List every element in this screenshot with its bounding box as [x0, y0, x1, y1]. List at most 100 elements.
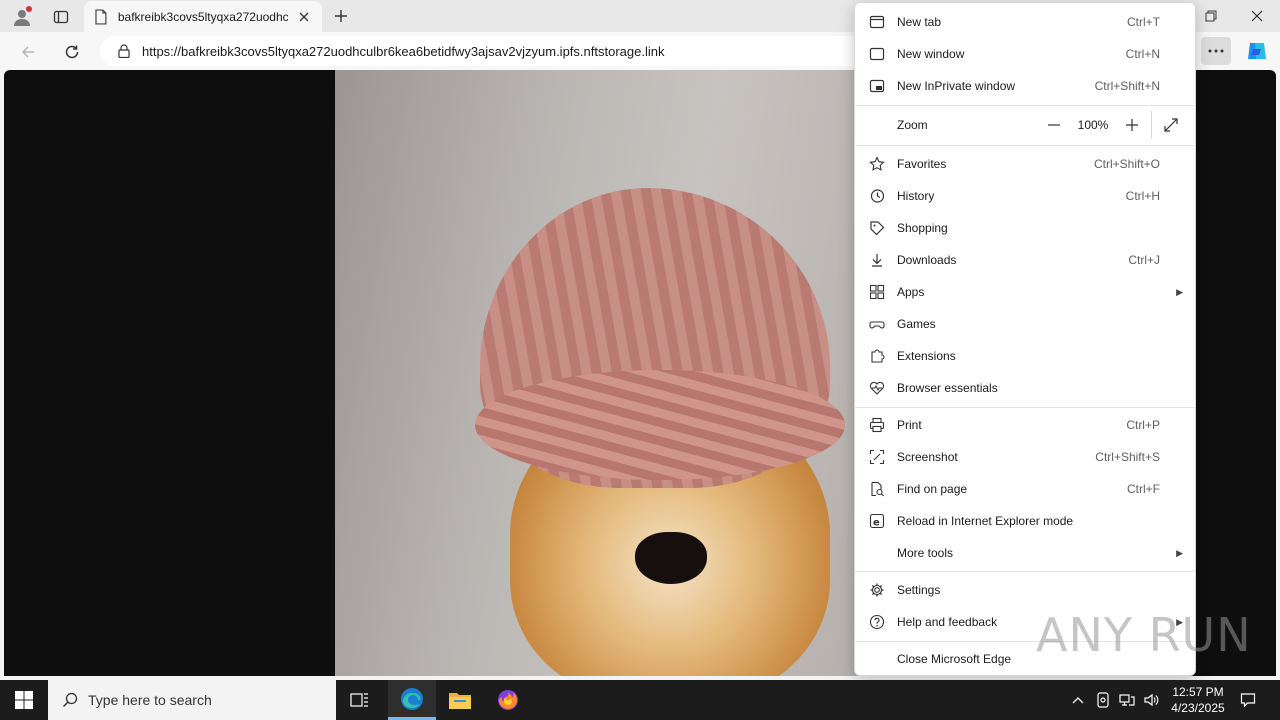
puzzle-icon — [868, 347, 886, 365]
tab-close-button[interactable] — [296, 9, 312, 25]
anyrun-watermark: ANY RUN — [1036, 608, 1252, 662]
menu-item-downloads[interactable]: Downloads Ctrl+J — [855, 244, 1195, 276]
print-icon — [868, 416, 886, 434]
heart-pulse-icon — [868, 379, 886, 397]
screenshot-icon — [868, 448, 886, 466]
close-icon — [1251, 10, 1263, 22]
menu-item-new-inprivate-window[interactable]: New InPrivate window Ctrl+Shift+N — [855, 70, 1195, 102]
submenu-arrow-icon: ▶ — [1176, 286, 1183, 297]
svg-text:e: e — [873, 518, 880, 529]
chevron-up-icon — [1072, 697, 1084, 704]
menu-item-history[interactable]: History Ctrl+H — [855, 180, 1195, 212]
menu-item-settings[interactable]: Settings — [855, 574, 1195, 606]
tab-actions-button[interactable] — [50, 6, 72, 28]
folder-icon — [449, 693, 471, 709]
settings-and-more-menu: New tab Ctrl+T New window Ctrl+N New InP… — [854, 2, 1196, 676]
taskbar-clock[interactable]: 12:57 PM 4/23/2025 — [1160, 684, 1236, 716]
url-text: https://bafkreibk3covs5ltyqxa272uodhculb… — [142, 43, 665, 59]
volume-button[interactable] — [1140, 680, 1162, 720]
tab-title: bafkreibk3covs5ltyqxa272uodhcu — [117, 9, 289, 24]
profile-notification-dot — [26, 6, 32, 12]
menu-item-extensions[interactable]: Extensions — [855, 340, 1195, 372]
tray-device-icon-button[interactable] — [1092, 680, 1114, 720]
zoom-value: 100% — [1077, 118, 1109, 132]
copilot-button[interactable] — [1244, 38, 1270, 64]
dog-nose — [635, 532, 707, 584]
menu-item-apps[interactable]: Apps ▶ — [855, 276, 1195, 308]
tab-active[interactable]: bafkreibk3covs5ltyqxa272uodhcu — [84, 1, 322, 32]
menu-item-zoom: Zoom 100% — [855, 105, 1195, 145]
menu-item-shopping[interactable]: Shopping — [855, 212, 1195, 244]
profile-button[interactable] — [10, 5, 34, 29]
search-placeholder: Type here to search — [88, 692, 212, 708]
clock-time: 12:57 PM — [1172, 685, 1224, 699]
menu-item-find-on-page[interactable]: Find on page Ctrl+F — [855, 473, 1195, 505]
taskbar-search-box[interactable]: Type here to search — [48, 680, 336, 720]
menu-item-favorites[interactable]: Favorites Ctrl+Shift+O — [855, 148, 1195, 180]
games-icon — [868, 315, 886, 333]
menu-item-browser-essentials[interactable]: Browser essentials — [855, 372, 1195, 404]
inprivate-icon — [868, 77, 886, 95]
firefox-icon — [498, 690, 518, 710]
window-close-button[interactable] — [1234, 0, 1280, 32]
close-icon — [299, 12, 309, 21]
menu-separator — [855, 571, 1195, 572]
new-window-icon — [868, 45, 886, 63]
taskbar-edge-button[interactable] — [388, 680, 436, 720]
menu-item-reload-ie-mode[interactable]: e Reload in Internet Explorer mode — [855, 505, 1195, 537]
plus-icon — [1126, 119, 1138, 131]
network-icon — [1119, 694, 1135, 706]
new-tab-button[interactable] — [330, 5, 352, 27]
menu-item-more-tools[interactable]: More tools ▶ — [855, 537, 1195, 569]
fullscreen-icon — [1164, 118, 1178, 132]
zoom-out-button[interactable] — [1041, 112, 1067, 138]
network-button[interactable] — [1116, 680, 1138, 720]
menu-item-new-tab[interactable]: New tab Ctrl+T — [855, 6, 1195, 38]
show-hidden-icons-button[interactable] — [1066, 680, 1090, 720]
knit-hat-brim — [475, 370, 845, 480]
clock-date: 4/23/2025 — [1171, 701, 1225, 715]
minus-icon — [1048, 124, 1060, 126]
back-button[interactable] — [14, 38, 42, 66]
edge-icon — [401, 687, 423, 710]
download-icon — [868, 251, 886, 269]
submenu-arrow-icon: ▶ — [1176, 547, 1183, 558]
ie-icon: e — [868, 512, 886, 530]
copilot-icon — [1248, 43, 1266, 59]
plus-icon — [335, 10, 347, 22]
taskbar-file-explorer-button[interactable] — [436, 680, 484, 720]
page-icon — [95, 8, 107, 25]
zoom-in-button[interactable] — [1119, 112, 1145, 138]
help-icon — [868, 613, 886, 631]
speaker-icon — [1144, 693, 1159, 707]
menu-item-print[interactable]: Print Ctrl+P — [855, 409, 1195, 441]
notifications-button[interactable] — [1234, 680, 1262, 720]
search-icon — [62, 692, 78, 708]
menu-separator — [855, 145, 1195, 146]
gear-icon — [868, 581, 886, 599]
new-tab-icon — [868, 13, 886, 31]
refresh-icon — [65, 45, 79, 59]
lock-icon — [118, 44, 130, 58]
usb-device-icon — [1097, 692, 1109, 708]
refresh-button[interactable] — [58, 38, 86, 66]
notification-icon — [1240, 693, 1256, 708]
menu-item-screenshot[interactable]: Screenshot Ctrl+Shift+S — [855, 441, 1195, 473]
history-icon — [868, 187, 886, 205]
apps-icon — [868, 283, 886, 301]
zoom-controls: 100% — [1041, 105, 1184, 145]
find-icon — [868, 480, 886, 498]
windows-logo-icon — [15, 691, 33, 709]
fullscreen-button[interactable] — [1158, 112, 1184, 138]
task-view-button[interactable] — [336, 680, 384, 720]
menu-item-games[interactable]: Games — [855, 308, 1195, 340]
start-button[interactable] — [0, 680, 48, 720]
restore-icon — [1205, 10, 1217, 22]
star-icon — [868, 155, 886, 173]
taskbar: Type here to search 12:57 PM 4/23/2025 — [0, 680, 1280, 720]
tab-actions-icon — [53, 10, 69, 24]
menu-item-new-window[interactable]: New window Ctrl+N — [855, 38, 1195, 70]
back-arrow-icon — [21, 46, 34, 58]
settings-and-more-button[interactable] — [1201, 37, 1231, 65]
taskbar-firefox-button[interactable] — [484, 680, 532, 720]
